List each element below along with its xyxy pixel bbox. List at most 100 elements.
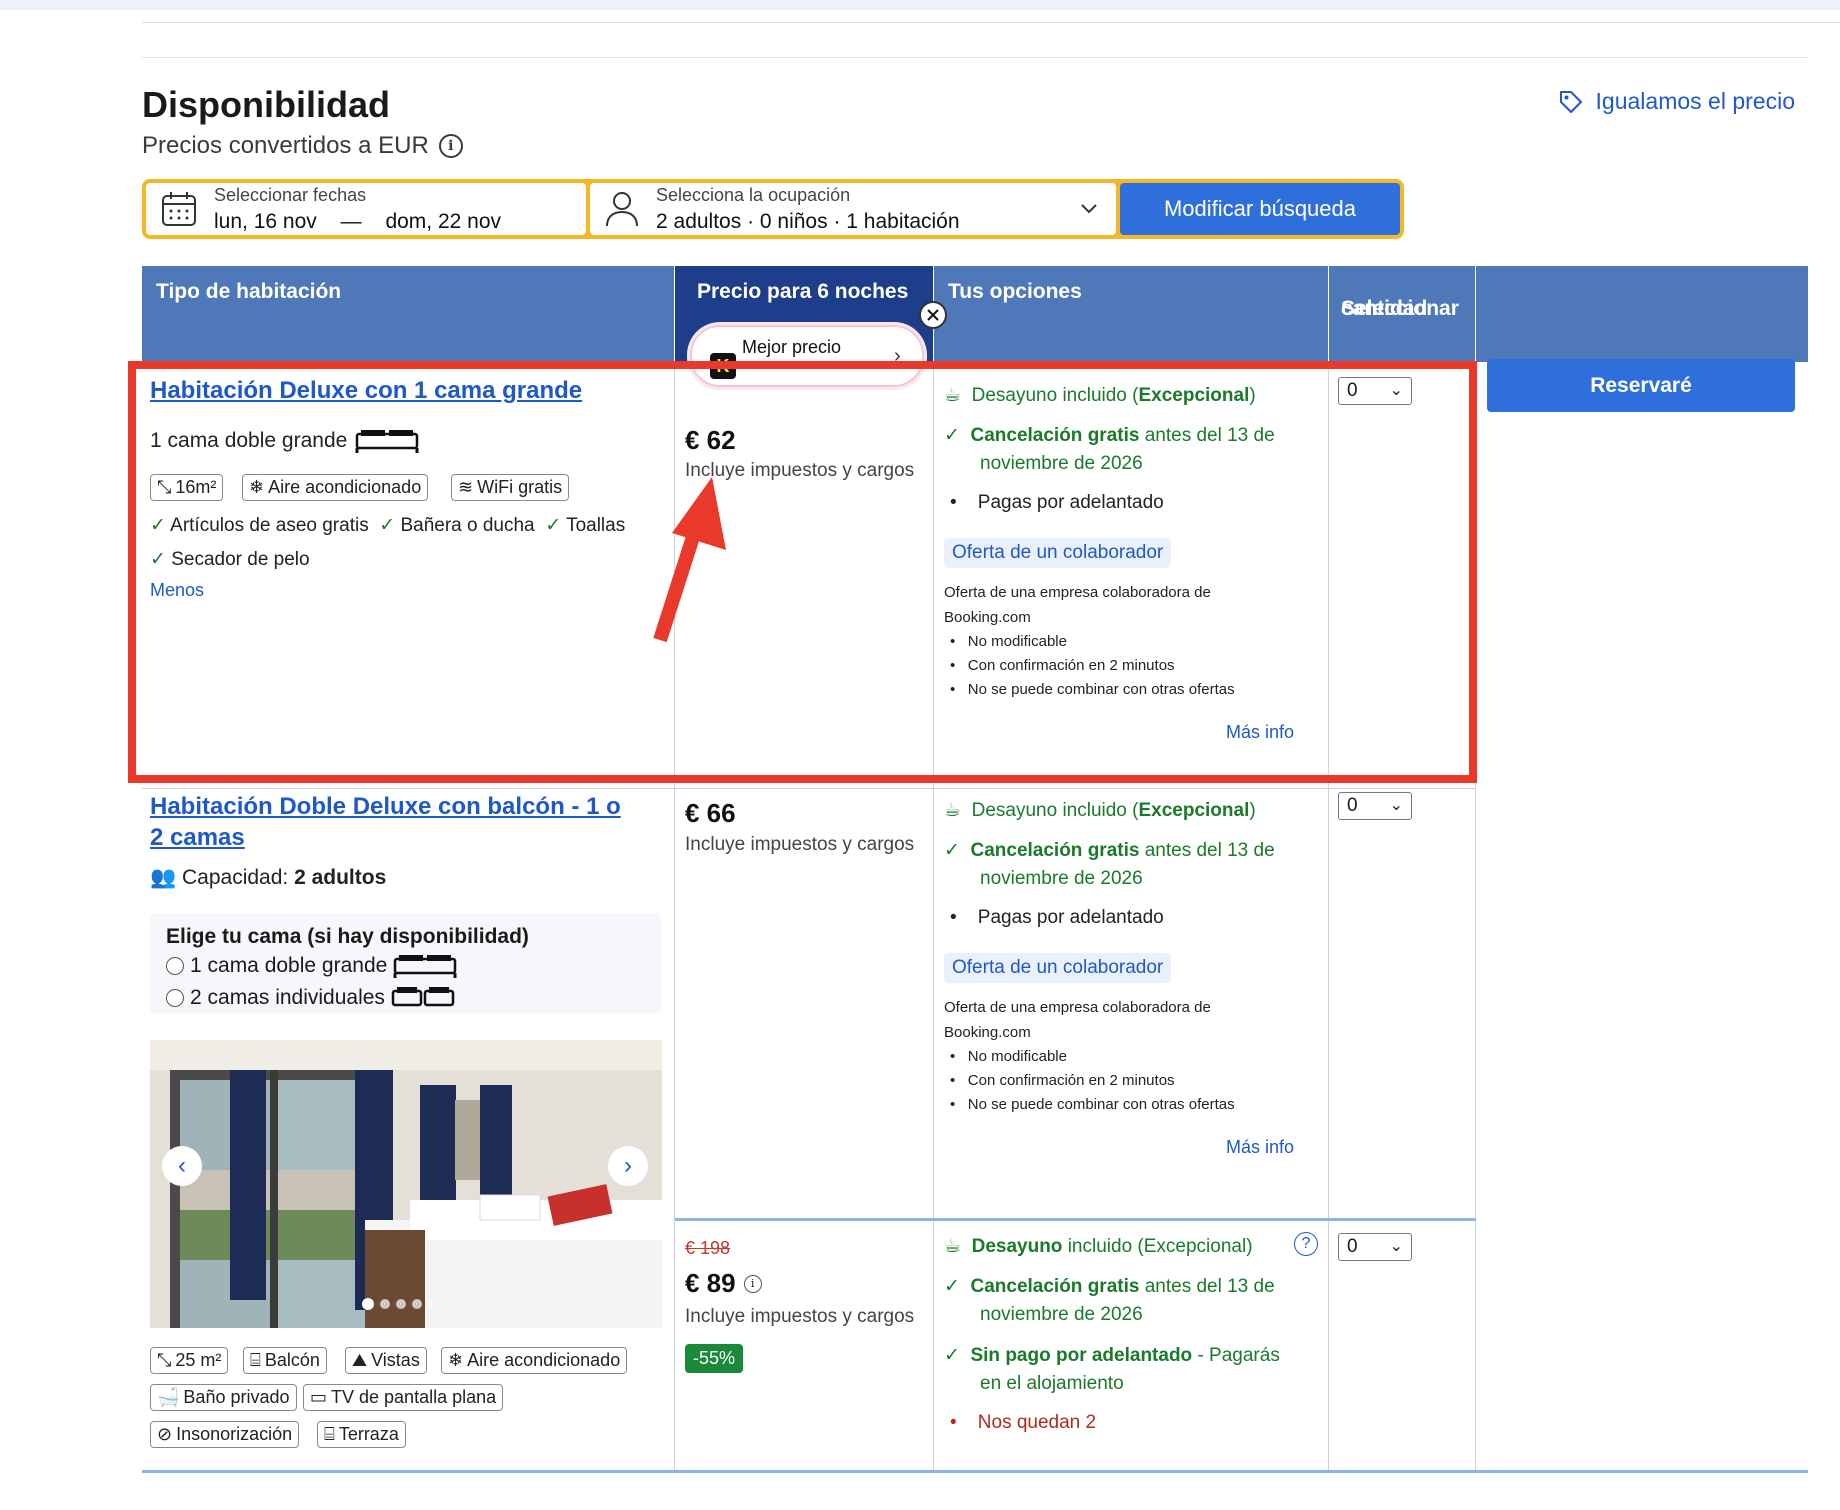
capacity-info: 👥 Capacidad: 2 adultos: [150, 866, 387, 889]
room-photo-illustration: [150, 1040, 662, 1328]
coffee-icon: ☕: [944, 1236, 962, 1257]
close-icon: [927, 309, 939, 321]
modify-search-button[interactable]: Modificar búsqueda: [1120, 183, 1400, 235]
rooms-left: • Nos quedan 2: [950, 1412, 1097, 1433]
balcony-icon: ⌸: [250, 1350, 261, 1370]
radio-button[interactable]: [166, 957, 184, 975]
check-icon: ✓: [944, 1276, 960, 1297]
chevron-left-icon: ‹: [178, 1152, 186, 1179]
coffee-icon: ☕: [944, 800, 962, 821]
col-header-room: Tipo de habitación: [142, 266, 674, 362]
dot: [396, 1299, 406, 1309]
row-divider: [142, 788, 1476, 789]
snowflake-icon: ❄: [448, 1350, 464, 1370]
tag-aircon: ❄ Aire acondicionado: [441, 1347, 628, 1374]
bed-choice-box: Elige tu cama (si hay disponibilidad) 1 …: [150, 913, 661, 1013]
row-divider: [675, 1218, 1476, 1221]
col-header-qty: Seleccionar cantidad: [1329, 266, 1475, 362]
help-icon[interactable]: ?: [1294, 1232, 1318, 1256]
currency-note-text: Precios convertidos a EUR: [142, 132, 429, 159]
bullet-item: • No se puede combinar con otras ofertas: [950, 1096, 1235, 1113]
taxes-note: Incluye impuestos y cargos: [685, 834, 915, 855]
occupancy-picker[interactable]: Selecciona la ocupación 2 adultos · 0 ni…: [590, 183, 1116, 235]
taxes-note: Incluye impuestos y cargos: [685, 1306, 915, 1327]
best-price-label: Mejor precio: [742, 337, 842, 357]
double-bed-icon: [393, 955, 457, 978]
page-title: Disponibilidad: [142, 84, 390, 125]
mountain-icon: ⛰: [352, 1350, 368, 1370]
room-price: € 66: [685, 798, 736, 828]
cancel-line-1: ✓ Cancelación gratis antes del 13 de: [944, 1276, 1275, 1297]
checkin-date: lun, 16 nov: [214, 209, 317, 233]
divider: [142, 22, 1840, 23]
currency-note: Precios convertidos a EUR i: [142, 132, 463, 160]
price-match-label: Igualamos el precio: [1595, 88, 1795, 114]
partner-desc-2: Booking.com: [944, 1024, 1031, 1041]
divider: [142, 57, 1808, 58]
top-bar: [0, 0, 1840, 10]
chevron-down-icon: ⌄: [1389, 1238, 1403, 1255]
search-bar: Seleccionar fechas lun, 16 nov — dom, 22…: [142, 179, 1404, 239]
calendar-icon: [162, 192, 196, 226]
cancel-line-2: noviembre de 2026: [980, 868, 1143, 889]
red-arrow-annotation: [653, 477, 726, 643]
discount-badge: -55%: [685, 1344, 744, 1373]
breakfast-info: ☕ Desayuno incluido (Excepcional): [944, 1236, 1253, 1257]
tag-balcony: ⌸ Balcón: [243, 1347, 327, 1374]
dates-label: Seleccionar fechas: [214, 184, 367, 205]
qty-select[interactable]: 0 ⌄: [1338, 792, 1412, 820]
price-match-link[interactable]: Igualamos el precio: [1558, 88, 1795, 115]
soundproof-icon: ⊘: [157, 1424, 173, 1444]
chevron-down-icon: [1081, 204, 1097, 214]
occupancy-label: Selecciona la ocupación: [656, 184, 851, 205]
check-icon: ✓: [944, 840, 960, 861]
col-header-options: Tus opciones: [934, 266, 1328, 362]
bed-option-2[interactable]: 2 camas individuales: [166, 985, 455, 1011]
breakfast-info: ☕ Desayuno incluido (Excepcional): [944, 800, 1256, 821]
highlight-box: [128, 361, 1477, 783]
bed-choice-title: Elige tu cama (si hay disponibilidad): [166, 925, 529, 948]
more-info-link[interactable]: Más info: [1226, 1137, 1294, 1158]
occupancy-value: 2 adultos · 0 niños · 1 habitación: [656, 209, 960, 233]
dot: [412, 1299, 422, 1309]
bed-option-1[interactable]: 1 cama doble grande: [166, 953, 457, 979]
date-dash: —: [340, 209, 362, 233]
tag-size: ⤡ 25 m²: [150, 1347, 229, 1374]
photo-next-button[interactable]: ›: [608, 1146, 648, 1186]
date-picker[interactable]: Seleccionar fechas lun, 16 nov — dom, 22…: [146, 183, 586, 235]
no-prepay-line-1: ✓ Sin pago por adelantado - Pagarás: [944, 1345, 1280, 1366]
tag-soundproof: ⊘ Insonorización: [150, 1421, 300, 1448]
info-icon[interactable]: i: [438, 134, 463, 158]
tag-tv: ▭ TV de pantalla plana: [303, 1384, 504, 1411]
bath-icon: 🛁: [157, 1387, 180, 1407]
room-photo[interactable]: ‹ ›: [150, 1040, 662, 1328]
cancel-line-2: noviembre de 2026: [980, 1304, 1143, 1325]
terrace-icon: ⌸: [324, 1424, 335, 1444]
col-header-blank: [1476, 266, 1808, 362]
info-icon[interactable]: i: [743, 1274, 762, 1293]
photo-prev-button[interactable]: ‹: [162, 1146, 202, 1186]
bullet-item: • No modificable: [950, 1048, 1067, 1065]
checkout-date: dom, 22 nov: [385, 209, 502, 233]
tag-views: ⛰ Vistas: [345, 1347, 427, 1374]
people-icon: 👥: [150, 866, 177, 889]
tv-icon: ▭: [310, 1387, 328, 1407]
chevron-down-icon: ⌄: [1389, 797, 1403, 814]
photo-dots: [362, 1298, 433, 1310]
tag-icon: [1559, 90, 1582, 113]
reserve-button[interactable]: Reservaré: [1487, 359, 1795, 412]
qty-select[interactable]: 0 ⌄: [1338, 1233, 1412, 1261]
twin-beds-icon: [391, 987, 455, 1007]
table-bottom-border: [142, 1470, 1808, 1473]
tag-terrace: ⌸ Terraza: [317, 1421, 406, 1448]
tag-bathroom: 🛁 Baño privado: [150, 1384, 297, 1411]
dates-value: lun, 16 nov — dom, 22 nov: [214, 210, 501, 234]
room-title[interactable]: Habitación Doble Deluxe con balcón - 1 o…: [150, 791, 621, 853]
close-popup-button[interactable]: [919, 301, 947, 329]
cancel-line-1: ✓ Cancelación gratis antes del 13 de: [944, 840, 1275, 861]
room-price: € 89: [685, 1268, 736, 1298]
dot: [380, 1299, 390, 1309]
check-icon: ✓: [944, 1345, 960, 1366]
partner-desc-1: Oferta de una empresa colaboradora de: [944, 999, 1211, 1016]
radio-button[interactable]: [166, 989, 184, 1007]
